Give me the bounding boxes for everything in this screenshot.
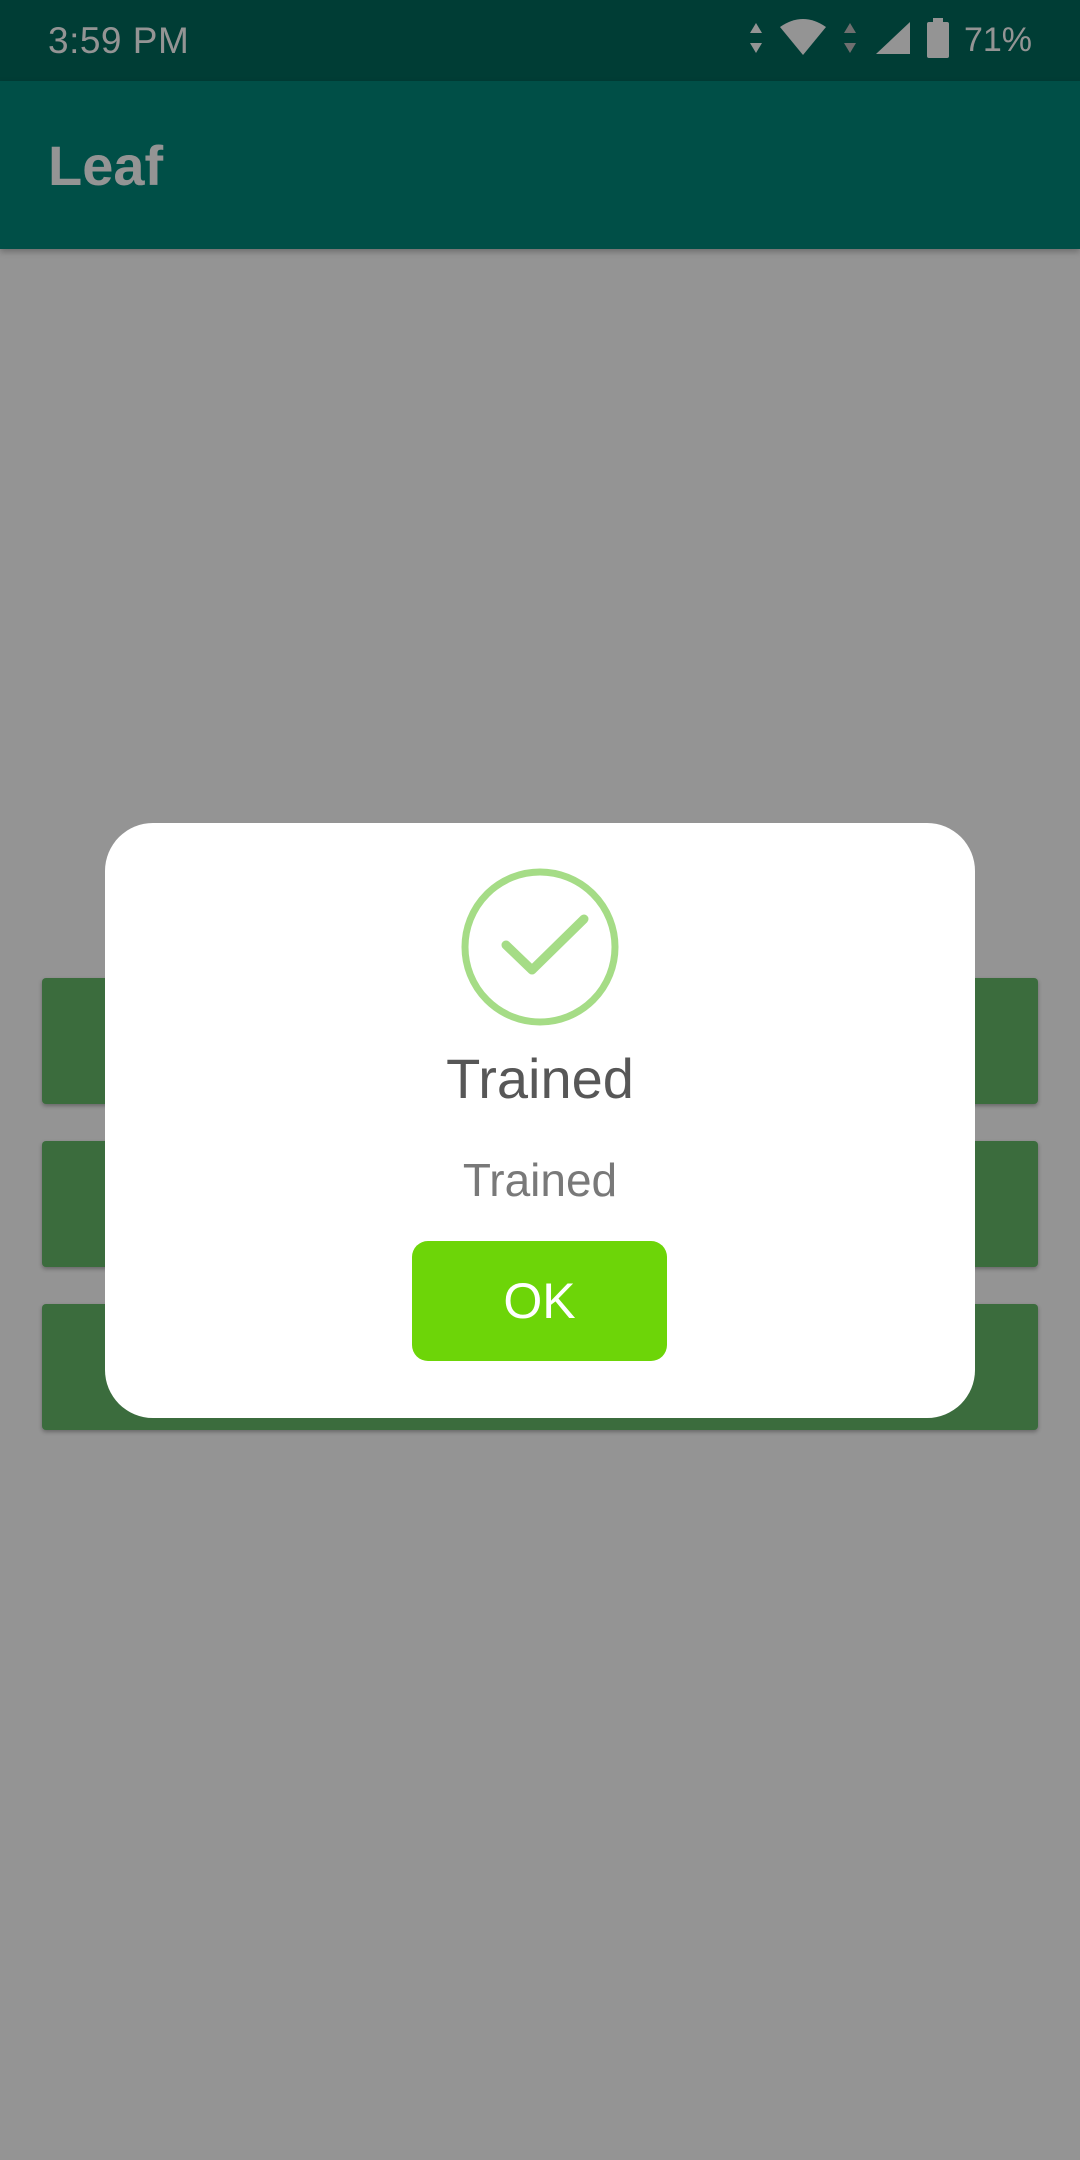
ok-button[interactable]: OK <box>412 1241 667 1361</box>
check-circle-icon <box>460 867 620 1027</box>
screen: 3:59 PM 71% Leaf Trained Trained OK <box>0 0 1080 2160</box>
dialog-message: Trained <box>462 1154 618 1206</box>
success-dialog: Trained Trained OK <box>105 823 975 1418</box>
dialog-title: Trained <box>446 1047 634 1110</box>
